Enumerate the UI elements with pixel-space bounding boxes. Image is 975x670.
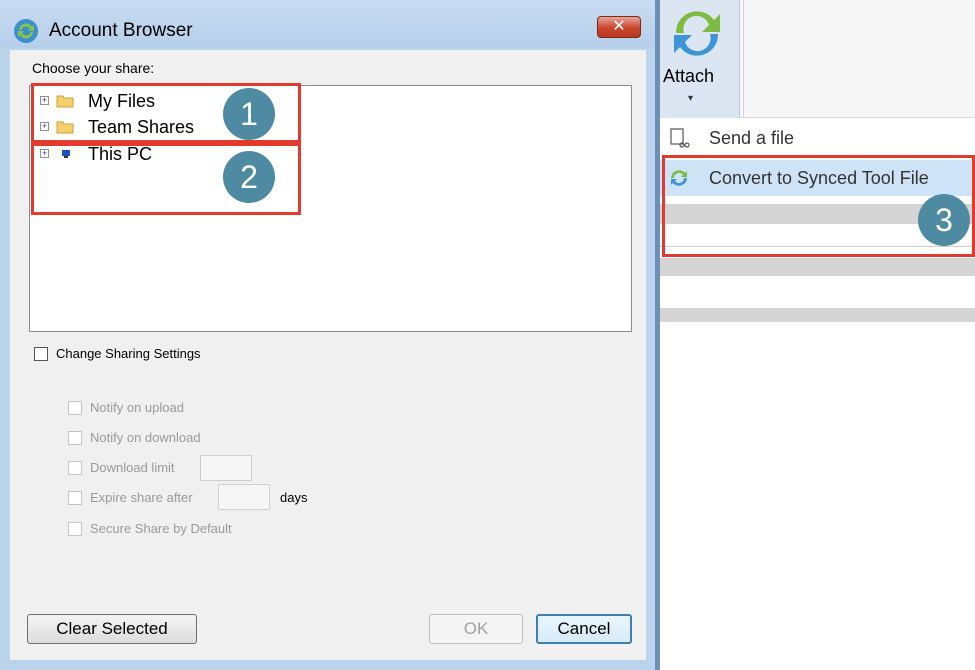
ok-button[interactable]: OK	[429, 614, 523, 644]
expire-share-label: Expire share after	[90, 490, 193, 505]
menu-item-label: Send a file	[709, 128, 795, 148]
annotation-badge-2: 2	[223, 151, 275, 203]
attach-button[interactable]: Attach ▾	[660, 0, 740, 118]
secure-share-checkbox[interactable]	[68, 522, 82, 536]
download-limit-checkbox[interactable]	[68, 461, 82, 475]
send-file-icon	[670, 128, 690, 148]
close-icon: ✕	[612, 18, 626, 35]
menu-item-send-file[interactable]: Send a file	[660, 120, 975, 156]
notify-download-label: Notify on download	[90, 430, 201, 445]
menu-separator-band	[660, 258, 975, 276]
menu-separator-band	[660, 308, 975, 322]
download-limit-label: Download limit	[90, 460, 175, 475]
expire-share-checkbox[interactable]	[68, 491, 82, 505]
change-sharing-checkbox[interactable]	[34, 347, 48, 361]
notify-upload-checkbox[interactable]	[68, 401, 82, 415]
days-label: days	[280, 490, 308, 505]
clear-selected-button[interactable]: Clear Selected	[27, 614, 197, 644]
download-limit-input[interactable]	[200, 455, 252, 481]
ribbon-separator	[743, 0, 744, 118]
choose-share-label: Choose your share:	[32, 60, 155, 76]
cancel-button[interactable]: Cancel	[536, 614, 632, 644]
secure-share-label: Secure Share by Default	[90, 521, 232, 536]
change-sharing-label: Change Sharing Settings	[56, 346, 201, 361]
chevron-down-icon[interactable]: ▾	[688, 93, 693, 104]
sync-app-icon	[14, 19, 38, 43]
notify-upload-label: Notify on upload	[90, 400, 184, 415]
annotation-badge-3: 3	[918, 194, 970, 246]
dialog-titlebar[interactable]: Account Browser ✕	[0, 0, 655, 48]
sync-icon	[674, 11, 720, 56]
dialog-title: Account Browser	[49, 20, 193, 41]
attach-label: Attach	[663, 66, 715, 86]
annotation-badge-1: 1	[223, 88, 275, 140]
notify-download-checkbox[interactable]	[68, 431, 82, 445]
expire-days-input[interactable]	[218, 484, 270, 510]
close-button[interactable]: ✕	[597, 16, 641, 38]
ribbon: Attach ▾	[660, 0, 975, 118]
